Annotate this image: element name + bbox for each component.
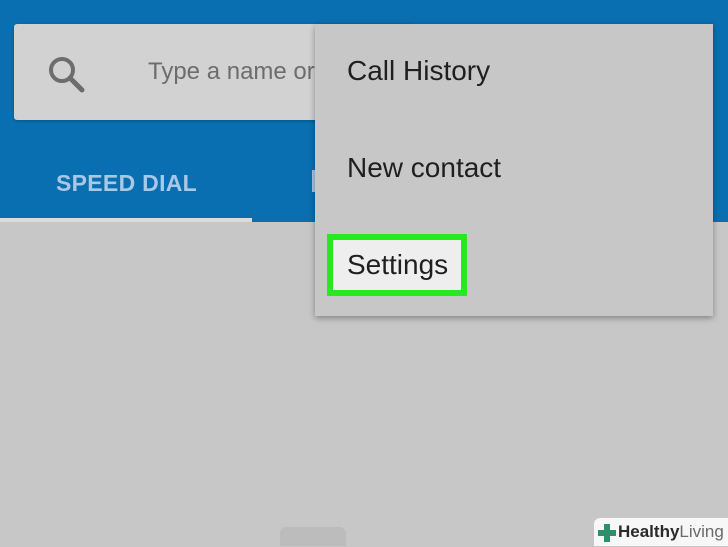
watermark-brand-light: Living — [679, 522, 724, 541]
bottom-handle[interactable] — [280, 527, 346, 546]
search-icon[interactable] — [46, 54, 86, 94]
tab-selected-indicator — [0, 218, 252, 222]
menu-item-call-history[interactable]: Call History — [315, 24, 713, 121]
cross-icon — [598, 524, 616, 542]
menu-item-label: Settings — [347, 249, 449, 280]
watermark-text: HealthyLiving — [618, 522, 724, 542]
menu-item-label: New contact — [347, 152, 502, 183]
watermark: HealthyLiving — [594, 518, 728, 546]
tab-speed-dial-label: SPEED DIAL — [56, 170, 198, 196]
overflow-menu: Call History New contact Settings — [315, 24, 713, 316]
menu-item-new-contact[interactable]: New contact — [315, 121, 713, 218]
tab-speed-dial[interactable]: SPEED DIAL — [0, 150, 252, 222]
search-input-placeholder[interactable]: Type a name or — [148, 58, 315, 86]
watermark-brand-bold: Healthy — [618, 522, 680, 541]
menu-item-label: Call History — [347, 55, 491, 86]
menu-item-settings[interactable]: Settings — [315, 218, 713, 315]
